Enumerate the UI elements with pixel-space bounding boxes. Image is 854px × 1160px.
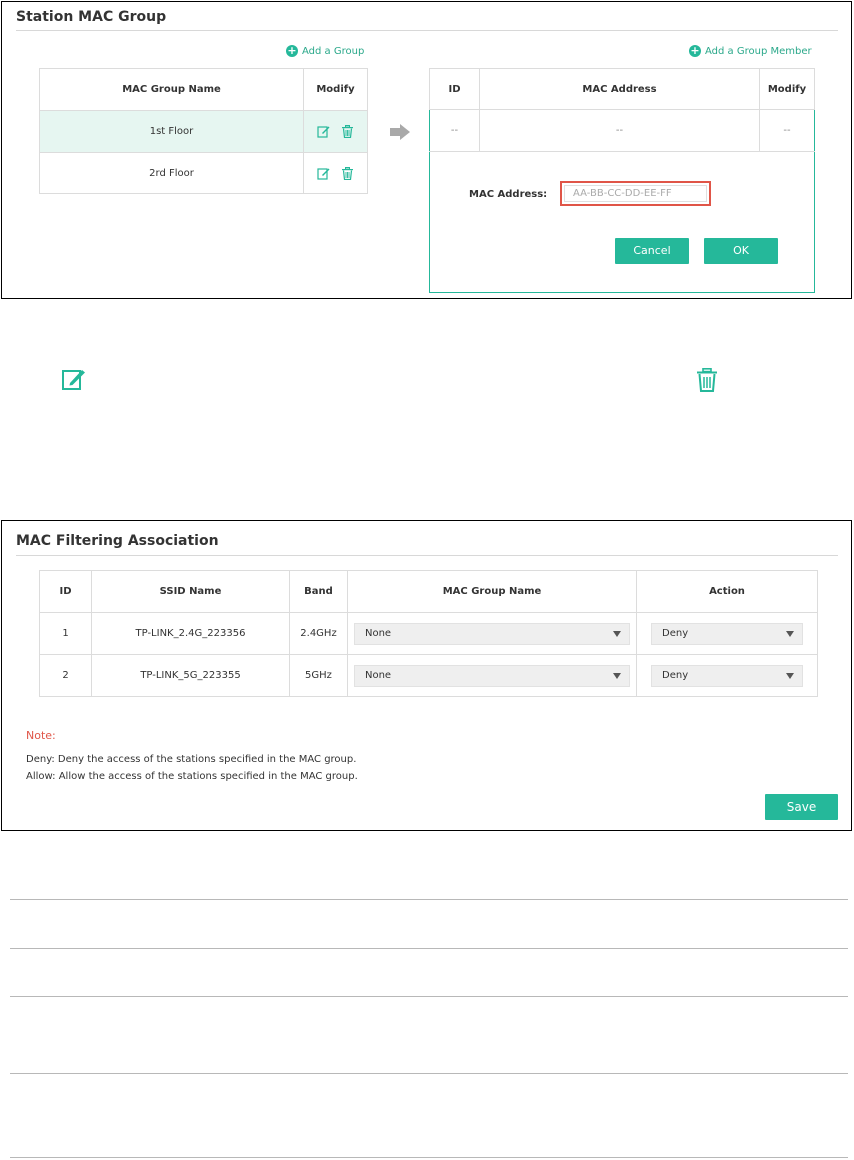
cancel-button[interactable]: Cancel [615,238,689,264]
group-name-cell: 2rd Floor [39,152,304,194]
add-group-label: Add a Group [302,45,365,57]
mac-filtering-title: MAC Filtering Association [16,533,219,549]
group-name-cell: 1st Floor [39,110,304,153]
col-header-band: Band [289,570,348,613]
modify-cell: -- [759,109,815,152]
note-deny: Deny: Deny the access of the stations sp… [26,754,357,765]
delete-icon[interactable] [341,125,354,138]
add-group-link[interactable]: + Add a Group [286,45,364,57]
col-header-modify: Modify [759,68,815,110]
dropdown-arrow-icon [786,630,794,637]
mac-group-table: MAC Group Name Modify 1st Floor 2rd Floo… [39,68,368,194]
delete-icon [696,368,718,396]
divider [10,996,848,997]
divider [10,899,848,900]
note-allow: Allow: Allow the access of the stations … [26,771,358,782]
col-header-action: Action [636,570,818,613]
divider [10,1157,848,1158]
title-divider [16,30,838,31]
id-cell: -- [429,109,480,152]
table-row[interactable]: 2rd Floor [39,152,368,194]
id-cell: 1 [39,612,92,655]
table-row[interactable]: 1st Floor [39,110,368,153]
ssid-cell: TP-LINK_5G_223355 [91,654,290,697]
modify-cell [303,110,368,153]
dropdown-arrow-icon [786,672,794,679]
dropdown-arrow-icon [613,672,621,679]
note-label: Note: [26,729,56,742]
action-select[interactable]: Deny [651,664,803,687]
ssid-cell: TP-LINK_2.4G_223356 [91,612,290,655]
add-group-member-link[interactable]: + Add a Group Member [689,45,812,57]
id-cell: 2 [39,654,92,697]
mac-group-select-value: None [365,670,392,681]
title-divider [16,555,838,556]
col-header-ssid-name: SSID Name [91,570,290,613]
station-mac-group-panel: Station MAC Group + Add a Group + Add a … [1,1,852,299]
col-header-id: ID [39,570,92,613]
mac-filtering-panel: MAC Filtering Association ID SSID Name B… [1,520,852,831]
col-header-modify: Modify [303,68,368,111]
edit-icon[interactable] [317,125,330,138]
mac-group-select-value: None [365,628,392,639]
mac-filtering-table: ID SSID Name Band MAC Group Name Action … [39,570,818,697]
add-group-member-label: Add a Group Member [705,45,812,57]
edit-icon [62,368,86,394]
modify-cell [303,152,368,194]
mac-address-label: MAC Address: [469,189,548,200]
mac-member-table: ID MAC Address Modify -- -- -- [429,68,815,152]
table-row: 1 TP-LINK_2.4G_223356 2.4GHz None Deny [39,612,818,655]
mac-group-select[interactable]: None [354,622,630,645]
edit-icon[interactable] [317,167,330,180]
table-row: -- -- -- [429,109,815,152]
col-header-id: ID [429,68,480,110]
station-mac-group-title: Station MAC Group [16,9,167,25]
divider [10,948,848,949]
action-select[interactable]: Deny [651,622,803,645]
ok-button[interactable]: OK [704,238,778,264]
action-select-value: Deny [662,670,689,681]
mac-cell: -- [479,109,760,152]
mac-group-select[interactable]: None [354,664,630,687]
col-header-mac-group-name: MAC Group Name [39,68,304,111]
dropdown-arrow-icon [613,630,621,637]
plus-icon: + [286,44,298,57]
divider [10,1073,848,1074]
arrow-right-icon [390,124,410,144]
band-cell: 2.4GHz [289,612,348,655]
action-select-value: Deny [662,628,689,639]
save-button[interactable]: Save [765,794,838,820]
band-cell: 5GHz [289,654,348,697]
col-header-mac-group-name: MAC Group Name [347,570,637,613]
table-row: 2 TP-LINK_5G_223355 5GHz None Deny [39,654,818,697]
mac-address-input[interactable]: AA-BB-CC-DD-EE-FF [560,181,711,206]
delete-icon[interactable] [341,166,354,180]
col-header-mac-address: MAC Address [479,68,760,110]
mac-address-placeholder: AA-BB-CC-DD-EE-FF [564,185,707,202]
plus-icon: + [689,44,701,57]
